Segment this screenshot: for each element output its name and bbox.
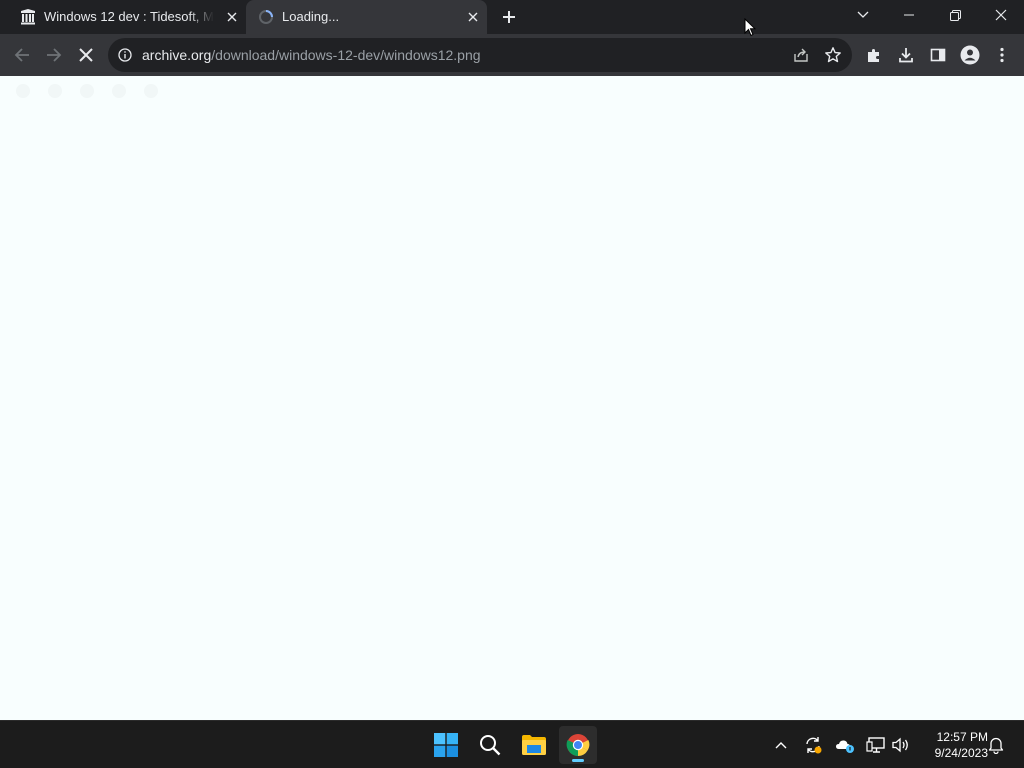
loading-spinner-icon xyxy=(259,10,273,24)
placeholder-dot xyxy=(144,84,158,98)
notifications-button[interactable] xyxy=(986,735,1006,755)
url-text[interactable]: archive.org/download/windows-12-dev/wind… xyxy=(142,47,481,63)
tab-strip: Windows 12 dev : Tidesoft, Microsoft Loa… xyxy=(0,0,1024,34)
search-button[interactable] xyxy=(471,726,509,764)
tab-loading[interactable]: Loading... xyxy=(246,0,487,34)
file-explorer-button[interactable] xyxy=(515,726,553,764)
puzzle-icon xyxy=(868,49,879,62)
network-tray-button[interactable] xyxy=(866,735,886,755)
arrow-left-icon xyxy=(14,48,29,62)
search-icon xyxy=(480,735,501,756)
loading-placeholder xyxy=(16,84,158,98)
menu-button[interactable] xyxy=(990,43,1014,67)
archive-building-icon xyxy=(21,9,35,25)
tab-title: Windows 12 dev : Tidesoft, Microsoft xyxy=(44,9,214,24)
sync-icon xyxy=(806,737,822,754)
restore-button[interactable] xyxy=(932,0,978,30)
file-explorer-icon xyxy=(522,735,546,755)
taskbar: 12:57 PM 9/24/2023 xyxy=(0,720,1024,768)
onedrive-cloud-icon xyxy=(836,740,854,753)
speaker-icon xyxy=(892,737,908,753)
avatar-icon xyxy=(960,45,980,65)
stop-icon xyxy=(79,48,93,62)
minimize-button[interactable] xyxy=(886,0,932,30)
volume-tray-button[interactable] xyxy=(891,735,911,755)
active-indicator xyxy=(572,759,584,762)
download-icon xyxy=(899,48,913,63)
extensions-button[interactable] xyxy=(862,43,886,67)
info-icon[interactable] xyxy=(118,48,132,62)
start-button[interactable] xyxy=(427,726,465,764)
close-icon[interactable] xyxy=(465,9,481,25)
new-tab-button[interactable] xyxy=(499,7,519,27)
share-icon[interactable] xyxy=(792,46,810,64)
address-bar[interactable]: archive.org/download/windows-12-dev/wind… xyxy=(108,38,852,72)
close-icon[interactable] xyxy=(224,9,240,25)
page-content xyxy=(0,76,1024,720)
chrome-icon xyxy=(566,734,590,756)
clock-time: 12:57 PM xyxy=(936,730,988,744)
arrow-right-icon xyxy=(47,48,62,62)
network-icon xyxy=(866,737,885,753)
clock-date: 9/24/2023 xyxy=(934,746,988,760)
url-path: /download/windows-12-dev/windows12.png xyxy=(211,47,481,63)
placeholder-dot xyxy=(80,84,94,98)
kebab-menu-icon xyxy=(1000,47,1004,63)
placeholder-dot xyxy=(112,84,126,98)
show-hidden-icons-button[interactable] xyxy=(771,735,791,755)
chevron-down-icon xyxy=(857,11,869,18)
windows-start-icon xyxy=(434,733,458,757)
back-button[interactable] xyxy=(10,43,34,67)
close-icon xyxy=(995,9,1007,21)
mouse-cursor-icon xyxy=(744,18,756,37)
browser-toolbar: archive.org/download/windows-12-dev/wind… xyxy=(0,34,1024,76)
chrome-taskbar-button[interactable] xyxy=(559,726,597,764)
placeholder-dot xyxy=(16,84,30,98)
onedrive-tray-button[interactable] xyxy=(835,735,855,755)
bookmark-star-icon[interactable] xyxy=(824,46,842,64)
sync-tray-button[interactable] xyxy=(803,735,823,755)
bell-icon xyxy=(988,737,1004,754)
forward-button[interactable] xyxy=(42,43,66,67)
minimize-icon xyxy=(904,14,914,16)
profile-button[interactable] xyxy=(958,43,982,67)
side-panel-button[interactable] xyxy=(926,43,950,67)
url-host: archive.org xyxy=(142,47,212,63)
chevron-up-icon xyxy=(775,742,787,749)
close-window-button[interactable] xyxy=(978,0,1024,30)
tab-archive[interactable]: Windows 12 dev : Tidesoft, Microsoft xyxy=(8,0,246,34)
side-panel-icon xyxy=(930,48,946,62)
downloads-button[interactable] xyxy=(894,43,918,67)
plus-icon xyxy=(503,11,515,23)
tab-search-button[interactable] xyxy=(840,0,886,30)
tab-title: Loading... xyxy=(282,9,340,24)
system-clock[interactable]: 12:57 PM 9/24/2023 xyxy=(918,729,988,761)
placeholder-dot xyxy=(48,84,62,98)
restore-icon xyxy=(949,9,961,21)
stop-loading-button[interactable] xyxy=(74,43,98,67)
